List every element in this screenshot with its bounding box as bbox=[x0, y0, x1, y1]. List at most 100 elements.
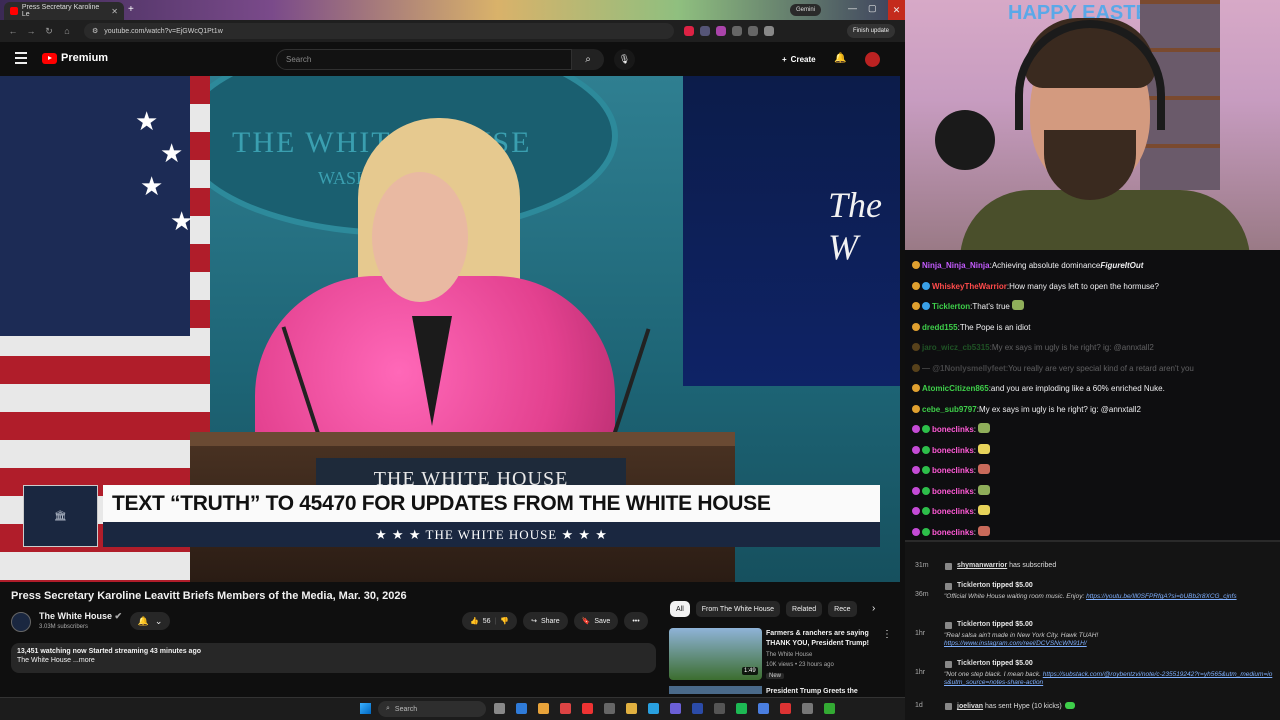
app-icon[interactable] bbox=[604, 703, 615, 714]
channel-name[interactable]: The White House ✔ bbox=[39, 611, 122, 622]
channel-avatar[interactable] bbox=[11, 612, 31, 632]
chat-message: Ticklerton:That's true bbox=[912, 297, 1280, 318]
close-tab-icon[interactable]: ✕ bbox=[111, 7, 118, 16]
profile-icon[interactable] bbox=[764, 26, 774, 36]
hype-icon bbox=[1064, 702, 1075, 709]
subscriber-badge-icon bbox=[922, 302, 930, 310]
event-message: "Not one step black. I mean back. https:… bbox=[944, 671, 1274, 687]
edge-icon[interactable] bbox=[516, 703, 527, 714]
menu-icon[interactable] bbox=[15, 52, 27, 67]
extension-icon[interactable] bbox=[700, 26, 710, 36]
chat-username[interactable]: dredd155 bbox=[922, 323, 958, 332]
youtube-logo[interactable]: Premium bbox=[42, 52, 108, 64]
subscribed-notifications-button[interactable]: 🔔 ⌄ bbox=[130, 612, 170, 630]
forward-icon[interactable]: → bbox=[22, 26, 40, 36]
chat-username[interactable]: bonecIinks bbox=[932, 425, 974, 434]
chat-username[interactable]: WhiskeyTheWarrior bbox=[932, 282, 1007, 291]
chip-recent[interactable]: Rece bbox=[828, 601, 857, 617]
app-icon[interactable] bbox=[758, 703, 769, 714]
app-icon[interactable] bbox=[692, 703, 703, 714]
chat-message: bonecIinks: bbox=[912, 482, 1280, 503]
reload-icon[interactable]: ↻ bbox=[40, 26, 58, 37]
app-icon[interactable] bbox=[670, 703, 681, 714]
event-user[interactable]: Ticklerton bbox=[957, 660, 990, 667]
browser-tab[interactable]: Press Secretary Karoline Le ✕ bbox=[4, 2, 124, 20]
share-button[interactable]: ↪ Share bbox=[523, 612, 568, 630]
minimize-icon[interactable]: — bbox=[848, 3, 857, 13]
chat-badge-icon bbox=[912, 261, 920, 269]
extension-icon[interactable] bbox=[732, 26, 742, 36]
extension-icon[interactable] bbox=[748, 26, 758, 36]
more-vert-icon[interactable]: ⋮ bbox=[882, 629, 892, 640]
lower-third-headline: TEXT “TRUTH” TO 45470 FOR UPDATES FROM T… bbox=[103, 485, 880, 522]
maximize-icon[interactable]: ▢ bbox=[868, 3, 877, 14]
event-user[interactable]: Ticklerton bbox=[957, 621, 990, 628]
app-icon[interactable] bbox=[648, 703, 659, 714]
app-icon[interactable] bbox=[780, 703, 791, 714]
chat-username[interactable]: bonecIinks bbox=[932, 507, 974, 516]
thumbs-down-icon[interactable]: 👎 bbox=[500, 617, 509, 625]
event-user[interactable]: Ticklerton bbox=[957, 582, 990, 589]
chat-username[interactable]: bonecIinks bbox=[932, 446, 974, 455]
event-link[interactable]: https://www.instagram.com/reel/DCVSNcWN9… bbox=[944, 640, 1098, 648]
new-tab-icon[interactable]: + bbox=[128, 4, 134, 15]
chat-username[interactable]: Ninja_Ninja_Ninja bbox=[922, 261, 990, 270]
spotify-icon[interactable] bbox=[736, 703, 747, 714]
event-user[interactable]: shymanwarrior bbox=[957, 562, 1007, 569]
chat-badge-icon bbox=[912, 281, 920, 290]
gemini-button[interactable]: Gemini bbox=[790, 4, 822, 16]
emote-icon bbox=[978, 423, 991, 433]
chip-related[interactable]: Related bbox=[786, 601, 823, 617]
chat-username[interactable]: jaro_wicz_cb5315 bbox=[922, 343, 990, 352]
finish-update-button[interactable]: Finish update bbox=[846, 24, 895, 38]
search-button[interactable]: ⌕ bbox=[572, 49, 604, 70]
related-video-thumbnail[interactable] bbox=[669, 686, 762, 694]
chat-username[interactable]: cebe_sub9797 bbox=[922, 405, 977, 414]
related-video-channel[interactable]: The White House bbox=[766, 652, 812, 658]
event-link[interactable]: https://youtu.be/Ill0SFPRfgA?si=bUBb2r8X… bbox=[1086, 593, 1236, 600]
folder-icon[interactable] bbox=[626, 703, 637, 714]
chat-username[interactable]: AtomicCitizen865 bbox=[922, 384, 989, 393]
more-actions-button[interactable]: ••• bbox=[624, 612, 648, 630]
extension-icon[interactable] bbox=[684, 26, 694, 36]
app-icon[interactable] bbox=[582, 703, 593, 714]
video-player[interactable]: THE WHITE HOUSE WASHINGTON The W ★ ★ ★ ★… bbox=[0, 76, 900, 582]
like-button[interactable]: 👍 56 | 👎 bbox=[462, 612, 518, 630]
chat-username[interactable]: Ticklerton bbox=[932, 302, 970, 311]
app-icon[interactable] bbox=[560, 703, 571, 714]
url-field[interactable]: ⚙ youtube.com/watch?v=EjGWcQ1Pt1w bbox=[84, 23, 674, 39]
chat-username[interactable]: — @1Nonlysmellyfeet bbox=[922, 364, 1006, 373]
create-button[interactable]: + Create bbox=[774, 50, 824, 69]
windows-start-icon[interactable] bbox=[360, 703, 371, 714]
chip-all[interactable]: All bbox=[670, 601, 690, 617]
chat-username[interactable]: bonecIinks bbox=[932, 487, 974, 496]
chrome-icon[interactable] bbox=[538, 703, 549, 714]
chevron-right-icon[interactable]: › bbox=[872, 603, 875, 614]
app-icon[interactable] bbox=[802, 703, 813, 714]
related-video-title[interactable]: President Trump Greets the bbox=[766, 688, 858, 695]
site-info-icon[interactable]: ⚙ bbox=[92, 27, 98, 35]
account-avatar[interactable] bbox=[865, 52, 880, 67]
related-video-title[interactable]: Farmers & ranchers are saying THANK YOU,… bbox=[766, 629, 876, 649]
home-icon[interactable]: ⌂ bbox=[58, 26, 76, 36]
chip-from-channel[interactable]: From The White House bbox=[695, 601, 781, 617]
chat-username[interactable]: bonecIinks bbox=[932, 466, 974, 475]
event-time: 1d bbox=[915, 702, 923, 709]
task-view-icon[interactable] bbox=[494, 703, 505, 714]
extension-icon[interactable] bbox=[716, 26, 726, 36]
window-close-icon[interactable]: ✕ bbox=[888, 0, 905, 20]
related-video-meta: 10K views • 23 hours ago bbox=[766, 662, 834, 668]
taskbar-search[interactable]: ⌕ Search bbox=[378, 701, 486, 717]
chat-message: Ninja_Ninja_Ninja:Achieving absolute dom… bbox=[912, 256, 1280, 277]
voice-search-button[interactable]: 🎙 bbox=[614, 49, 635, 70]
app-icon[interactable] bbox=[714, 703, 725, 714]
description-box[interactable]: 13,451 watching now Started streaming 43… bbox=[11, 643, 656, 673]
event-user[interactable]: joelivan bbox=[957, 703, 983, 710]
search-icon: ⌕ bbox=[386, 705, 390, 712]
save-button[interactable]: 🔖 Save bbox=[573, 612, 619, 630]
chat-username[interactable]: bonecIinks bbox=[932, 528, 974, 537]
back-icon[interactable]: ← bbox=[4, 26, 22, 36]
notifications-bell-icon[interactable]: 🔔 bbox=[834, 53, 846, 64]
app-icon[interactable] bbox=[824, 703, 835, 714]
search-input[interactable]: Search bbox=[276, 49, 572, 70]
